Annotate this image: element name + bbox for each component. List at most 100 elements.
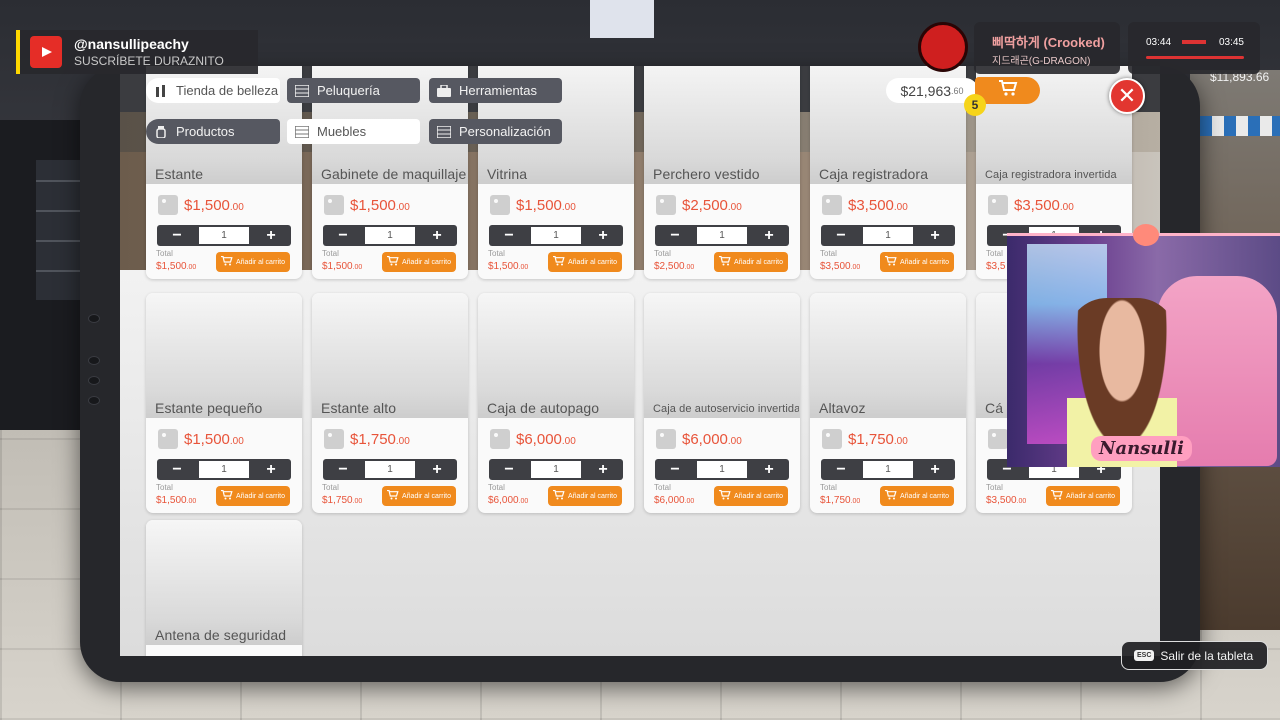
product-card: Estante alto$1,750.00−+Total$1,750.00Aña…: [312, 293, 468, 513]
decrease-button[interactable]: −: [497, 459, 521, 480]
quantity-stepper: −+: [821, 225, 955, 246]
exit-tablet-button[interactable]: ESC Salir de la tableta: [1121, 641, 1268, 670]
increase-button[interactable]: +: [757, 459, 781, 480]
price-tag-icon: [822, 429, 842, 449]
quantity-stepper: −+: [323, 225, 457, 246]
add-to-cart-button[interactable]: Añadir al carrito: [548, 486, 622, 506]
cart-icon: [552, 489, 565, 502]
quantity-stepper: −+: [489, 225, 623, 246]
tab-peluqueria[interactable]: Peluquería: [287, 78, 420, 103]
increase-button[interactable]: +: [923, 225, 947, 246]
decrease-button[interactable]: −: [663, 225, 687, 246]
increase-button[interactable]: +: [923, 459, 947, 480]
product-name: Antena de seguridad: [155, 627, 287, 643]
decrease-button[interactable]: −: [497, 225, 521, 246]
price-value: $1,500.00: [184, 196, 244, 214]
street-sign: [590, 0, 654, 38]
add-to-cart-button[interactable]: Añadir al carrito: [548, 252, 622, 272]
quantity-stepper: −+: [489, 459, 623, 480]
quantity-stepper: −+: [157, 225, 291, 246]
tab-personalizacion[interactable]: Personalización: [429, 119, 562, 144]
increase-button[interactable]: +: [259, 459, 283, 480]
product-price: $1,500.00: [490, 194, 576, 216]
youtube-icon: [30, 36, 62, 68]
total-label: Total: [986, 483, 1003, 492]
subscribe-text: SUSCRÍBETE DURAZNITO: [74, 54, 224, 68]
increase-button[interactable]: +: [425, 459, 449, 480]
tab-muebles[interactable]: Muebles: [287, 119, 420, 144]
total-value: $1,500.00: [322, 261, 363, 272]
cart-icon: [220, 489, 233, 502]
add-to-cart-button[interactable]: Añadir al carrito: [216, 486, 290, 506]
quantity-input[interactable]: [863, 461, 913, 478]
add-to-cart-label: Añadir al carrito: [899, 492, 950, 500]
close-button[interactable]: ✕: [1109, 78, 1145, 114]
add-to-cart-button[interactable]: Añadir al carrito: [880, 252, 954, 272]
current-time: 03:44: [1146, 37, 1172, 48]
youtube-overlay: @nansullipeachy SUSCRÍBETE DURAZNITO: [16, 30, 258, 74]
product-name: Estante: [155, 166, 204, 182]
total-label: Total: [654, 249, 671, 258]
quantity-input[interactable]: [365, 461, 415, 478]
quantity-input[interactable]: [531, 227, 581, 244]
tab-productos[interactable]: Productos: [146, 119, 280, 144]
total-value: $1,750.00: [820, 495, 861, 506]
quantity-stepper: −+: [821, 459, 955, 480]
quantity-input[interactable]: [199, 227, 249, 244]
add-to-cart-button[interactable]: Añadir al carrito: [382, 252, 456, 272]
product-card: Altavoz$1,750.00−+Total$1,750.00Añadir a…: [810, 293, 966, 513]
grid-icon: [294, 83, 310, 98]
peach-icon: [1133, 224, 1159, 246]
song-progress: 03:44 03:45: [1128, 22, 1260, 74]
total-time: 03:45: [1218, 37, 1244, 48]
quantity-input[interactable]: [863, 227, 913, 244]
add-to-cart-button[interactable]: Añadir al carrito: [216, 252, 290, 272]
tab-herramientas[interactable]: Herramientas: [429, 78, 562, 103]
add-to-cart-button[interactable]: Añadir al carrito: [714, 486, 788, 506]
product-name: Estante pequeño: [155, 400, 263, 416]
tab-label: Muebles: [317, 124, 367, 139]
tablet-screen: Estante$1,500.00−+Total$1,500.00Añadir a…: [120, 66, 1160, 656]
price-tag-icon: [490, 429, 510, 449]
total-label: Total: [156, 249, 173, 258]
add-to-cart-button[interactable]: Añadir al carrito: [880, 486, 954, 506]
decrease-button[interactable]: −: [331, 225, 355, 246]
add-to-cart-label: Añadir al carrito: [235, 492, 286, 500]
increase-button[interactable]: +: [757, 225, 781, 246]
price-tag-icon: [988, 195, 1008, 215]
decrease-button[interactable]: −: [165, 459, 189, 480]
quantity-input[interactable]: [697, 227, 747, 244]
decrease-button[interactable]: −: [331, 459, 355, 480]
quantity-input[interactable]: [697, 461, 747, 478]
tablet-button: [88, 314, 100, 323]
increase-button[interactable]: +: [591, 459, 615, 480]
add-to-cart-label: Añadir al carrito: [235, 258, 286, 266]
add-to-cart-label: Añadir al carrito: [567, 492, 618, 500]
decrease-button[interactable]: −: [829, 459, 853, 480]
decrease-button[interactable]: −: [663, 459, 687, 480]
cart-icon: [718, 255, 731, 268]
product-card: Antena de seguridad: [146, 520, 302, 656]
add-to-cart-button[interactable]: Añadir al carrito: [382, 486, 456, 506]
quantity-input[interactable]: [531, 461, 581, 478]
product-card: Caja de autoservicio invertida $6,000.00 −…: [644, 293, 800, 513]
tab-tienda-de-belleza[interactable]: Tienda de belleza: [146, 78, 280, 103]
grid-icon: [436, 124, 452, 139]
decrease-button[interactable]: −: [829, 225, 853, 246]
add-to-cart-button[interactable]: Añadir al carrito: [1046, 486, 1120, 506]
increase-button[interactable]: +: [425, 225, 449, 246]
price-value: $1,750.00: [848, 430, 908, 448]
exit-label: Salir de la tableta: [1160, 648, 1254, 663]
increase-button[interactable]: +: [591, 225, 615, 246]
awning: [1200, 116, 1280, 136]
increase-button[interactable]: +: [259, 225, 283, 246]
add-to-cart-button[interactable]: Añadir al carrito: [714, 252, 788, 272]
decrease-button[interactable]: −: [165, 225, 189, 246]
price-value: $3,500.00: [1014, 196, 1074, 214]
quantity-input[interactable]: [199, 461, 249, 478]
add-to-cart-label: Añadir al carrito: [1065, 492, 1116, 500]
price-value: $1,500.00: [350, 196, 410, 214]
quantity-input[interactable]: [365, 227, 415, 244]
esc-key: ESC: [1134, 650, 1155, 661]
total-label: Total: [488, 483, 505, 492]
